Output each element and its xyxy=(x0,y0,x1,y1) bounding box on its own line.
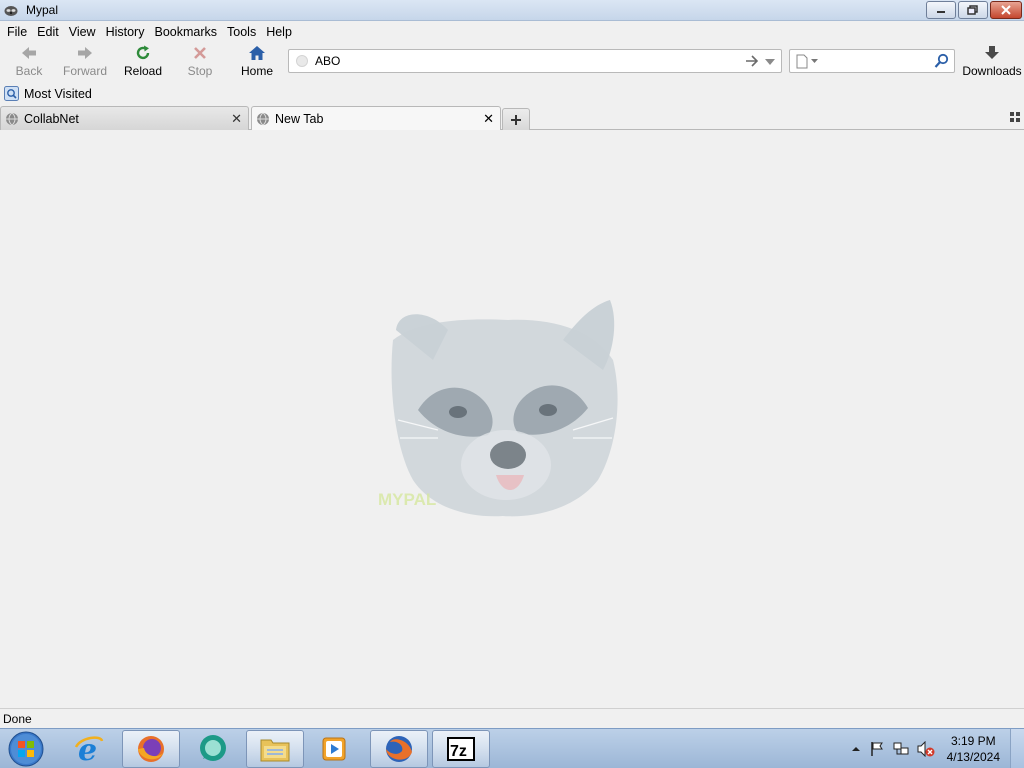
home-button[interactable]: Home xyxy=(238,44,276,80)
forward-arrow-icon xyxy=(76,44,94,62)
download-arrow-icon xyxy=(983,44,1001,62)
taskbar: e 7z 3:19 PM 4/13/2024 xyxy=(0,728,1024,768)
internet-explorer-icon: e xyxy=(74,733,104,765)
menu-bookmarks[interactable]: Bookmarks xyxy=(149,25,222,39)
7zip-icon: 7z xyxy=(447,737,475,761)
address-bar[interactable] xyxy=(288,49,782,73)
downloads-button[interactable]: Downloads xyxy=(960,44,1024,80)
home-label: Home xyxy=(240,64,273,78)
chevron-down-icon xyxy=(811,59,818,63)
home-icon xyxy=(248,44,266,62)
reload-icon xyxy=(134,44,152,62)
stop-icon xyxy=(191,44,209,62)
logo-text: MYPAL xyxy=(378,490,436,509)
stop-label: Stop xyxy=(187,64,213,78)
windows-start-button[interactable] xyxy=(6,730,46,768)
go-arrow-icon[interactable] xyxy=(745,53,759,69)
taskbar-firefox-pinned[interactable] xyxy=(122,730,180,768)
menu-file[interactable]: File xyxy=(2,25,32,39)
mypal-raccoon-logo: MYPAL xyxy=(378,300,618,517)
taskbar-media-player[interactable] xyxy=(305,730,363,768)
globe-icon xyxy=(6,112,18,125)
mypal-app-icon xyxy=(4,6,18,16)
taskbar-file-explorer[interactable] xyxy=(246,730,304,768)
system-clock[interactable]: 3:19 PM 4/13/2024 xyxy=(947,733,1000,765)
tab-close-icon[interactable]: ✕ xyxy=(231,111,242,127)
media-player-icon xyxy=(322,737,346,761)
minimize-button[interactable] xyxy=(926,1,956,19)
bookmark-most-visited[interactable]: Most Visited xyxy=(4,86,92,101)
action-center-flag-icon[interactable] xyxy=(869,741,885,757)
svg-text:7z: 7z xyxy=(450,743,467,760)
site-identity-icon xyxy=(296,55,308,67)
window-title: Mypal xyxy=(26,3,59,17)
globe-icon xyxy=(257,112,269,126)
search-bar[interactable] xyxy=(789,49,955,73)
back-button[interactable]: Back xyxy=(12,44,46,80)
show-hidden-icons-icon[interactable] xyxy=(851,744,861,754)
folder-icon xyxy=(260,739,290,762)
tab-collabnet[interactable]: CollabNet ✕ xyxy=(0,106,249,130)
taskbar-mypal-browser[interactable] xyxy=(370,730,428,768)
search-icon[interactable] xyxy=(934,53,950,69)
close-window-button[interactable] xyxy=(990,1,1022,19)
minimize-icon xyxy=(937,11,945,13)
restore-icon xyxy=(967,5,978,15)
back-label: Back xyxy=(15,64,43,78)
url-dropdown-icon[interactable] xyxy=(764,54,776,68)
clock-date: 4/13/2024 xyxy=(946,750,1000,764)
menu-help[interactable]: Help xyxy=(261,25,297,39)
clock-time: 3:19 PM xyxy=(950,734,996,748)
back-arrow-icon xyxy=(20,44,38,62)
firefox-icon xyxy=(386,736,412,762)
url-input[interactable] xyxy=(315,54,715,68)
chat-bubble-icon xyxy=(200,735,226,761)
system-tray: 3:19 PM 4/13/2024 xyxy=(847,729,1024,768)
menu-history[interactable]: History xyxy=(101,25,150,39)
menu-tools[interactable]: Tools xyxy=(222,25,261,39)
bookmark-label: Most Visited xyxy=(24,86,92,101)
volume-muted-icon[interactable] xyxy=(917,741,935,757)
new-tab-button[interactable] xyxy=(502,108,530,130)
menu-bar: File Edit View History Bookmarks Tools H… xyxy=(0,22,1024,42)
taskbar-internet-explorer[interactable]: e xyxy=(60,730,118,768)
tab-new-tab[interactable]: New Tab ✕ xyxy=(251,106,501,131)
tab-label: New Tab xyxy=(275,112,324,126)
plus-icon xyxy=(511,114,521,125)
stop-button[interactable]: Stop xyxy=(184,44,216,80)
reload-label: Reload xyxy=(123,64,163,78)
search-engine-selector[interactable] xyxy=(796,54,818,69)
smart-folder-icon xyxy=(4,86,19,101)
close-icon xyxy=(1001,5,1011,15)
forward-button[interactable]: Forward xyxy=(62,44,108,80)
search-input[interactable] xyxy=(822,54,932,68)
page-content[interactable]: MYPAL xyxy=(0,130,1024,708)
tab-close-icon[interactable]: ✕ xyxy=(483,111,494,127)
show-desktop-button[interactable] xyxy=(1010,729,1024,768)
forward-label: Forward xyxy=(62,64,107,78)
page-icon xyxy=(796,54,808,68)
downloads-label: Downloads xyxy=(962,64,1022,78)
taskbar-messenger[interactable] xyxy=(184,730,242,768)
status-bar: Done xyxy=(0,708,1024,728)
tab-list-icon[interactable] xyxy=(1010,112,1020,122)
network-icon[interactable] xyxy=(893,741,909,757)
status-text: Done xyxy=(3,711,32,726)
menu-view[interactable]: View xyxy=(64,25,101,39)
title-bar: Mypal xyxy=(0,0,1024,21)
firefox-icon xyxy=(138,736,164,762)
restore-button[interactable] xyxy=(958,1,988,19)
bookmarks-toolbar: Most Visited xyxy=(0,83,1024,104)
tab-strip: CollabNet ✕ New Tab ✕ xyxy=(0,105,1024,131)
taskbar-7zip[interactable]: 7z xyxy=(432,730,490,768)
tab-label: CollabNet xyxy=(24,111,79,126)
reload-button[interactable]: Reload xyxy=(122,44,164,80)
menu-edit[interactable]: Edit xyxy=(32,25,64,39)
